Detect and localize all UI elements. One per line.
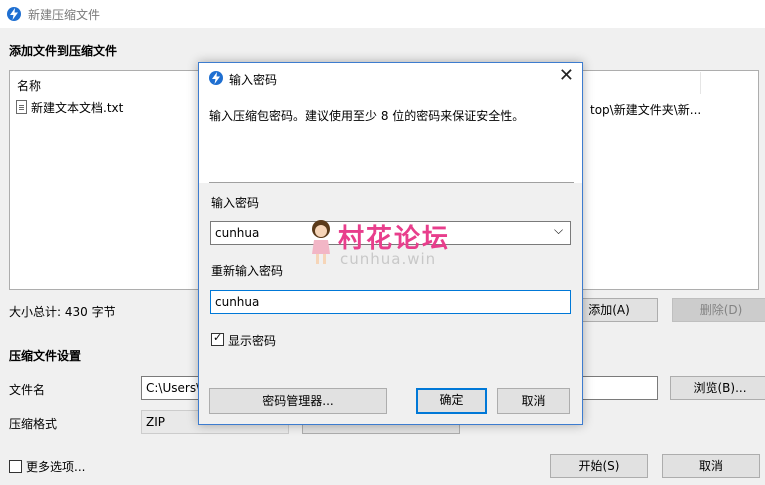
- delete-button[interactable]: 删除(D): [672, 298, 765, 322]
- confirm-password-label: 重新输入密码: [211, 264, 284, 278]
- settings-heading: 压缩文件设置: [9, 349, 82, 363]
- browse-button[interactable]: 浏览(B)...: [670, 376, 765, 400]
- text-file-icon: [16, 100, 27, 114]
- column-header-name[interactable]: 名称: [17, 77, 41, 94]
- file-path: top\新建文件夹\新...: [590, 103, 702, 117]
- watermark-subtitle: cunhua.win: [340, 250, 437, 268]
- list-item[interactable]: 新建文本文档.txt: [16, 99, 123, 116]
- confirm-password-input[interactable]: cunhua: [210, 290, 571, 314]
- add-files-heading: 添加文件到压缩文件: [9, 44, 118, 58]
- dialog-divider: [209, 182, 574, 183]
- dialog-title-bar: 输入密码 ✕: [199, 63, 582, 93]
- password-manager-button[interactable]: 密码管理器...: [209, 388, 387, 414]
- ok-button[interactable]: 确定: [416, 388, 487, 414]
- close-icon[interactable]: ✕: [559, 67, 574, 85]
- show-password-label[interactable]: 显示密码: [228, 332, 276, 349]
- format-label: 压缩格式: [9, 417, 58, 431]
- dialog-cancel-button[interactable]: 取消: [497, 388, 570, 414]
- start-button[interactable]: 开始(S): [550, 454, 648, 478]
- app-logo-icon: [7, 7, 21, 21]
- dialog-description-area: 输入压缩包密码。建议使用至少 8 位的密码来保证安全性。: [199, 93, 582, 183]
- watermark-mascot-icon: [308, 218, 334, 266]
- chevron-down-icon[interactable]: ⌵: [554, 223, 563, 238]
- filename-label: 文件名: [9, 383, 46, 397]
- show-password-checkbox[interactable]: [211, 331, 224, 346]
- file-name: 新建文本文档.txt: [31, 101, 124, 115]
- password-label: 输入密码: [211, 196, 260, 210]
- cancel-button[interactable]: 取消: [662, 454, 760, 478]
- total-size: 大小总计: 430 字节: [9, 305, 116, 319]
- title-bar: 新建压缩文件: [0, 0, 765, 28]
- column-separator[interactable]: [700, 72, 701, 94]
- dialog-description: 输入压缩包密码。建议使用至少 8 位的密码来保证安全性。: [209, 109, 525, 123]
- app-logo-icon: [209, 71, 223, 85]
- more-options-checkbox[interactable]: [9, 460, 22, 473]
- window-title: 新建压缩文件: [28, 8, 101, 22]
- dialog-title: 输入密码: [229, 73, 278, 87]
- more-options-label[interactable]: 更多选项...: [26, 458, 85, 475]
